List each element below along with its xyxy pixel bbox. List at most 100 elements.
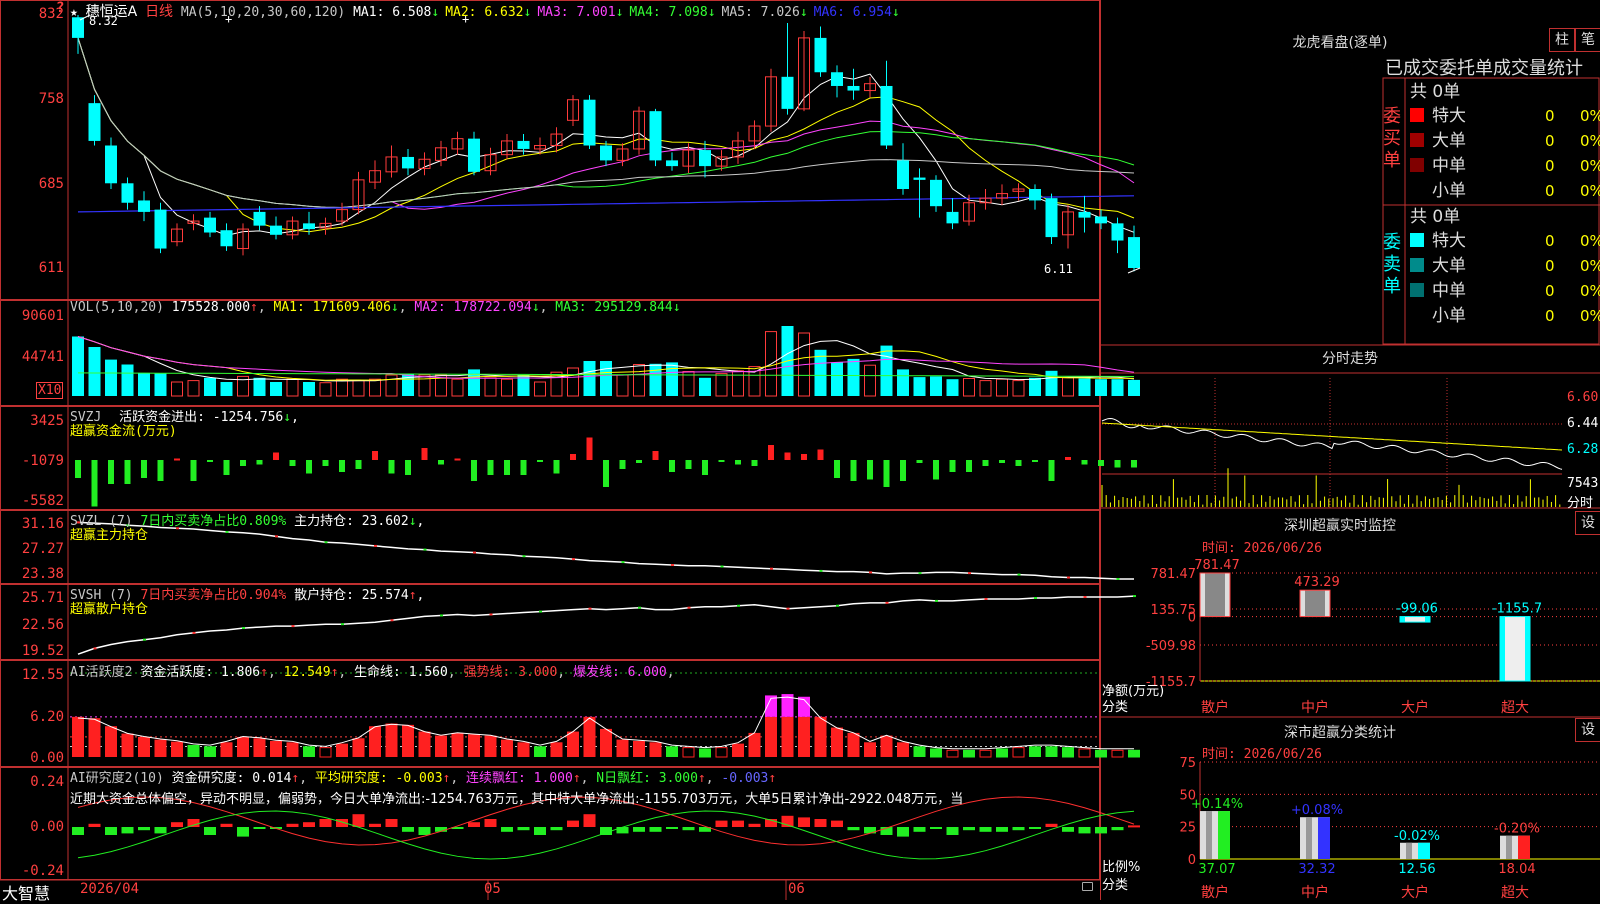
bar-mode-button[interactable]: 柱: [1549, 28, 1575, 52]
holding-dot: [93, 647, 97, 650]
volume-bar: [732, 370, 744, 397]
brand-label[interactable]: 大智慧: [2, 880, 50, 904]
classify-bar-label: -0.02%: [1394, 829, 1440, 844]
buy-row-4[interactable]: 小单: [1410, 179, 1466, 203]
color-swatch: [1410, 283, 1424, 297]
candle-body: [649, 111, 662, 161]
holding-dot: [885, 601, 889, 604]
candle-body: [220, 230, 233, 247]
sell-row-2[interactable]: 大单: [1410, 254, 1466, 278]
ma-line-120: [77, 195, 1135, 213]
classify-bar-color: [1518, 835, 1530, 859]
monitor-bar-label: 473.29: [1294, 575, 1340, 590]
candle-body: [1128, 237, 1140, 268]
flow-bar: [718, 460, 725, 462]
holding-dot: [1017, 573, 1021, 576]
buy-row-2[interactable]: 大单: [1410, 129, 1466, 153]
classify-settings-button[interactable]: 设: [1575, 718, 1600, 742]
monitor-title: 深圳超赢实时监控: [1284, 518, 1396, 534]
holding-dot: [374, 544, 377, 547]
research-bar: [237, 827, 249, 837]
active-bar: [435, 735, 447, 757]
ma-line-10: [77, 37, 1135, 233]
candle-body: [880, 85, 893, 146]
y-tick: 685: [38, 176, 64, 192]
candle-body: [847, 85, 860, 91]
row-count: 0: [1545, 307, 1555, 325]
candle-body: [781, 76, 794, 109]
sell-row-4[interactable]: 小单: [1410, 304, 1466, 328]
candle-body: [154, 209, 167, 249]
holding-dot: [869, 571, 872, 574]
candle-body: [468, 138, 480, 172]
y-tick: -1079: [21, 453, 64, 469]
active-bar: [204, 746, 216, 757]
buy-row-3[interactable]: 中单: [1410, 154, 1466, 178]
holding-dot: [1067, 576, 1070, 579]
research-bar: [1012, 827, 1025, 831]
volume-bar: [1095, 379, 1107, 396]
fenshi-title: 分时走势: [1322, 351, 1378, 367]
monitor-bar-highlight: [1305, 590, 1325, 617]
active-bar: [930, 748, 942, 758]
flow-bar: [174, 458, 180, 461]
active-bar: [963, 749, 975, 758]
volume-bar: [121, 364, 134, 396]
research-bar: [1128, 825, 1140, 828]
lock-icon[interactable]: [1082, 882, 1093, 891]
flow-bar: [916, 460, 923, 463]
monitor-time: 时间: 2026/06/26: [1202, 541, 1322, 556]
volume-bar: [1078, 378, 1091, 396]
monitor-settings-button[interactable]: 设: [1575, 511, 1600, 535]
tick-mode-button[interactable]: 笔: [1575, 28, 1600, 52]
active-bar: [237, 736, 249, 757]
flow-bar: [91, 460, 98, 507]
flow-bar: [619, 460, 626, 469]
monitor-bar-highlight: [1205, 573, 1225, 617]
flow-bar: [1131, 460, 1137, 468]
color-swatch: [1410, 108, 1424, 122]
flow-bar: [306, 460, 312, 474]
flow-bar: [834, 460, 840, 478]
date-label: 06: [788, 881, 805, 897]
holding-dot: [621, 561, 625, 564]
volume-bar: [946, 379, 959, 396]
candle-body: [666, 160, 678, 167]
ai-research-description: 近期大资金总体偏空，异动不明显，偏弱势，今日大单净流出:-1254.763万元，…: [70, 792, 964, 807]
flow-bar: [207, 460, 213, 462]
candle-body: [1045, 198, 1058, 238]
sell-row-3[interactable]: 中单: [1410, 279, 1466, 303]
row-percent: 0%: [1580, 157, 1600, 175]
research-bar: [814, 819, 827, 827]
active-bar: [501, 739, 513, 757]
flow-bar: [652, 451, 659, 460]
buy-row-1[interactable]: 特大: [1410, 104, 1466, 128]
sell-side-label: 委卖单: [1383, 232, 1401, 297]
row-label: 中单: [1432, 156, 1466, 176]
flow-bar: [966, 460, 972, 472]
svzl-title: 超赢主力持仓: [70, 528, 149, 543]
flow-bar: [735, 460, 741, 465]
candle-body: [253, 211, 266, 226]
monitor-bar-label: 781.47: [1194, 558, 1240, 573]
period-label[interactable]: 日线: [145, 4, 173, 20]
fenshi-y-tick: 6.60: [1567, 390, 1599, 405]
candle-body: [1111, 223, 1124, 241]
classify-bar-shade: [1206, 811, 1212, 859]
research-bar: [897, 827, 909, 837]
research-bar: [121, 827, 134, 834]
research-bar: [369, 823, 381, 827]
sell-total: 共 0单: [1410, 207, 1461, 227]
color-swatch: [1410, 183, 1424, 197]
flow-bar: [421, 448, 428, 460]
classify-category: 大户: [1401, 884, 1429, 900]
volume-bar: [583, 361, 596, 396]
fenshi-vol-label: 7543: [1567, 476, 1599, 491]
flow-bar: [751, 460, 758, 466]
sell-row-1[interactable]: 特大: [1410, 229, 1466, 253]
active-bar: [336, 743, 348, 757]
y-tick: -5582: [21, 493, 64, 509]
star-icon[interactable]: ★: [70, 5, 78, 20]
holding-dot: [522, 555, 526, 558]
vol-unit-badge[interactable]: X10: [36, 382, 64, 399]
